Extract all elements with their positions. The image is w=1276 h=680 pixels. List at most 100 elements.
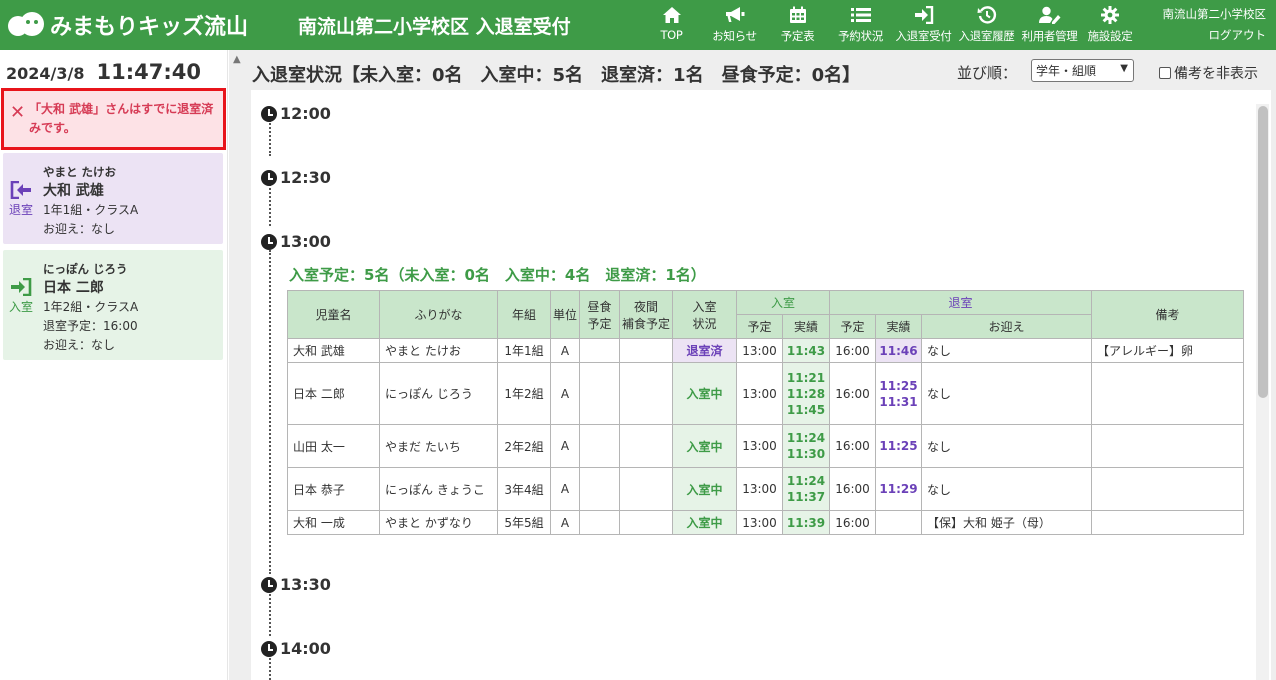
- close-icon[interactable]: ✕: [10, 103, 26, 123]
- nav-label: 予定表: [780, 29, 815, 43]
- nav-reservations[interactable]: 予約状況: [829, 3, 892, 47]
- table-row[interactable]: 山田 太一 やまだ たいち 2年2組 A 入室中 13:00 11:24 11:…: [287, 424, 1244, 468]
- table-row[interactable]: 日本 二郎 にっぽん じろう 1年2組 A 入室中 13:00 11:21 11…: [287, 362, 1244, 425]
- error-alert: ✕ 「大和 武雄」さんはすでに退室済みです。: [1, 88, 226, 150]
- time-slot: 12:30: [261, 168, 331, 187]
- cell-kana: やまと たけお: [379, 338, 498, 363]
- vertical-scrollbar[interactable]: [1256, 104, 1269, 680]
- cell-unit: A: [550, 362, 580, 425]
- cell-kana: にっぽん きょうこ: [379, 467, 498, 511]
- cell-status: 入室中: [672, 510, 737, 535]
- nav-label: 入退室履歴: [958, 29, 1015, 43]
- col-out-plan: 予定: [829, 314, 876, 339]
- cell-pickup: なし: [921, 424, 1092, 468]
- current-date: 2024/3/8: [6, 64, 85, 83]
- cell-in-actual: 11:24 11:37: [782, 467, 830, 511]
- col-lunch: 昼食 予定: [579, 290, 620, 339]
- alert-message: 「大和 武雄」さんはすでに退室済みです。: [29, 102, 214, 135]
- cell-status: 退室済: [672, 338, 737, 363]
- cell-night: [619, 424, 673, 468]
- cell-grade: 2年2組: [497, 424, 551, 468]
- cell-pickup: 【保】大和 姫子（母）: [921, 510, 1092, 535]
- time-slot: 14:00: [261, 639, 331, 658]
- cell-name: 日本 恭子: [287, 467, 380, 511]
- nav-label: 予約状況: [838, 29, 883, 43]
- checkin-indicator: 入室: [6, 278, 36, 315]
- nav-checkin[interactable]: 入退室受付: [892, 3, 955, 47]
- time-label: 14:00: [280, 639, 331, 658]
- cell-night: [619, 362, 673, 425]
- nav-settings[interactable]: 施設設定: [1081, 3, 1139, 47]
- checkout-indicator: 退室: [6, 181, 36, 218]
- sort-label: 並び順：: [957, 64, 1018, 82]
- cell-remarks: [1091, 467, 1244, 511]
- table-row[interactable]: 大和 一成 やまと かずなり 5年5組 A 入室中 13:00 11:39 16…: [287, 510, 1244, 535]
- table-row[interactable]: 大和 武雄 やまと たけお 1年1組 A 退室済 13:00 11:43 16:…: [287, 338, 1244, 363]
- cell-out-actual: [875, 510, 922, 535]
- col-in-actual: 実績: [782, 314, 830, 339]
- nav-history[interactable]: 入退室履歴: [955, 3, 1018, 47]
- sign-in-icon: [913, 4, 935, 26]
- timeline-panel[interactable]: 12:00 12:30 13:00 13:30 14:00 入室予定：5名（未入…: [251, 90, 1271, 680]
- collapse-caret-icon[interactable]: ▲: [233, 54, 241, 65]
- sidebar: 2024/3/8 11:47:40 ✕ 「大和 武雄」さんはすでに退室済みです。…: [0, 50, 228, 680]
- hide-remarks-checkbox[interactable]: [1159, 67, 1171, 79]
- activity-card-checkout[interactable]: 退室 やまと たけお 大和 武雄 1年1組・クラスA お迎え：なし: [3, 153, 223, 244]
- col-grade: 年組: [497, 290, 551, 339]
- top-bar: みまもりキッズ流山 南流山第二小学校区 入退室受付 TOP お知らせ 予定表 予: [0, 0, 1276, 50]
- history-icon: [976, 4, 998, 26]
- cell-status: 入室中: [672, 467, 737, 511]
- cell-in-plan: 13:00: [736, 510, 783, 535]
- user-edit-icon: [1038, 4, 1061, 26]
- cell-remarks: 【アレルギー】卵: [1091, 338, 1244, 363]
- nav-label: 入退室受付: [895, 29, 952, 43]
- cell-pickup: なし: [921, 338, 1092, 363]
- app-logo[interactable]: みまもりキッズ流山: [6, 6, 248, 44]
- card-name: 大和 武雄: [43, 183, 104, 199]
- cell-remarks: [1091, 362, 1244, 425]
- cell-status: 入室中: [672, 362, 737, 425]
- col-lunch-line2: 予定: [587, 316, 612, 331]
- checkout-label: 退室: [8, 203, 33, 217]
- card-info: やまと たけお 大和 武雄 1年1組・クラスA お迎え：なし: [43, 163, 138, 239]
- col-status-line1: 入室: [692, 299, 717, 314]
- timeline-connector: [269, 120, 271, 156]
- status-summary: 入退室状況【未入室：0名 入室中：5名 退室済：1名 昼食予定：0名】: [252, 65, 861, 86]
- sort-select[interactable]: 学年・組順 ▼: [1031, 59, 1134, 82]
- nav-users[interactable]: 利用者管理: [1018, 3, 1081, 47]
- cell-unit: A: [550, 467, 580, 511]
- card-line3: 退室予定：16:00: [43, 319, 138, 333]
- cell-night: [619, 510, 673, 535]
- cell-lunch: [579, 424, 620, 468]
- time-slot: 12:00: [261, 104, 331, 123]
- cell-night: [619, 467, 673, 511]
- timeline-connector: [269, 594, 271, 636]
- cell-grade: 1年1組: [497, 338, 551, 363]
- nav-notices[interactable]: お知らせ: [703, 3, 766, 47]
- cell-kana: にっぽん じろう: [379, 362, 498, 425]
- school-name: 南流山第二小学校区: [1162, 7, 1267, 21]
- scrollbar-thumb[interactable]: [1258, 106, 1268, 398]
- cell-grade: 3年4組: [497, 467, 551, 511]
- col-in-plan: 予定: [736, 314, 783, 339]
- hide-remarks-toggle[interactable]: 備考を非表示: [1159, 63, 1258, 83]
- col-night: 夜間 補食予定: [619, 290, 673, 339]
- cell-name: 大和 一成: [287, 510, 380, 535]
- col-kana: ふりがな: [379, 290, 498, 339]
- nav-top[interactable]: TOP: [640, 3, 703, 47]
- cell-lunch: [579, 362, 620, 425]
- cell-in-actual: 11:21 11:28 11:45: [782, 362, 830, 425]
- cell-unit: A: [550, 424, 580, 468]
- cell-in-actual: 11:24 11:30: [782, 424, 830, 468]
- col-pickup: お迎え: [921, 314, 1092, 339]
- table-row[interactable]: 日本 恭子 にっぽん きょうこ 3年4組 A 入室中 13:00 11:24 1…: [287, 467, 1244, 511]
- cell-status: 入室中: [672, 424, 737, 468]
- megaphone-icon: [724, 4, 746, 26]
- logout-link[interactable]: ログアウト: [1163, 25, 1267, 46]
- activity-card-checkin[interactable]: 入室 にっぽん じろう 日本 二郎 1年2組・クラスA 退室予定：16:00 お…: [3, 250, 223, 360]
- nav-schedule[interactable]: 予定表: [766, 3, 829, 47]
- cell-remarks: [1091, 510, 1244, 535]
- cell-out-plan: 16:00: [829, 362, 876, 425]
- cell-unit: A: [550, 338, 580, 363]
- cell-out-plan: 16:00: [829, 338, 876, 363]
